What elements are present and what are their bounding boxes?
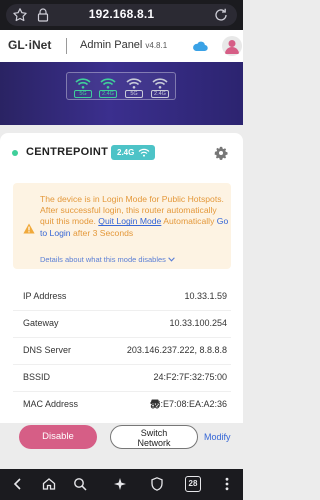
version-label: v4.8.1 — [145, 41, 168, 50]
device-banner: 5G 2.4G 5G 2.4G — [0, 62, 243, 125]
guest-wifi-24g-icon: 2.4G — [151, 76, 169, 98]
info-key: DNS Server — [23, 345, 72, 355]
browser-address-bar: 192.168.8.1 — [0, 0, 243, 30]
switch-label-line2: Network — [137, 438, 171, 448]
info-row-bssid: BSSID 24:F2:7F:32:75:00 — [13, 365, 231, 391]
info-row-dns: DNS Server 203.146.237.222, 8.8.8.8 — [13, 338, 231, 364]
info-key: IP Address — [23, 291, 67, 301]
network-name: CENTREPOINT — [26, 146, 109, 158]
wifi-5g-icon: 5G — [74, 76, 92, 98]
disable-button[interactable]: Disable — [19, 425, 97, 449]
quit-login-mode-link[interactable]: Quit Login Mode — [98, 216, 161, 226]
user-menu-button[interactable] — [222, 36, 242, 56]
modify-link[interactable]: Modify — [204, 432, 231, 442]
reload-icon[interactable] — [213, 7, 229, 23]
info-row-ip: IP Address 10.33.1.59 — [13, 284, 231, 310]
info-value: 10.33.100.254 — [169, 318, 227, 328]
guest-wifi-5g-tag: 5G — [125, 90, 143, 98]
browser-toolbar: 28 — [0, 469, 243, 500]
url-field[interactable]: 192.168.8.1 — [6, 4, 237, 26]
extensions-icon[interactable] — [112, 476, 128, 492]
info-value: 56:E7:08:EA:A2:36 — [150, 399, 227, 409]
tabs-counter-button[interactable]: 28 — [185, 476, 201, 492]
info-row-gateway: Gateway 10.33.100.254 — [13, 311, 231, 337]
page: 192.168.8.1 GL·iNet Admin Panel v4.8.1 5… — [0, 0, 243, 500]
details-label: Details about what this mode disables — [40, 255, 166, 264]
app-header: GL·iNet Admin Panel v4.8.1 — [0, 30, 243, 62]
wifi-status-panel: 5G 2.4G 5G 2.4G — [66, 72, 176, 100]
guest-wifi-5g-icon: 5G — [125, 76, 143, 98]
switch-network-button[interactable]: Switch Network — [110, 425, 198, 449]
header-divider — [66, 38, 67, 54]
wifi-24g-tag: 2.4G — [99, 90, 117, 98]
shield-icon[interactable] — [149, 476, 165, 492]
brand-logo: GL·iNet — [8, 38, 52, 52]
wifi-5g-tag: 5G — [74, 90, 92, 98]
details-toggle[interactable]: Details about what this mode disables — [40, 255, 175, 264]
info-value: 10.33.1.59 — [184, 291, 227, 301]
wifi-24g-icon: 2.4G — [99, 76, 117, 98]
user-icon — [225, 40, 239, 54]
cloud-icon[interactable] — [192, 40, 208, 52]
info-key: MAC Address — [23, 399, 79, 409]
wifi-icon — [138, 148, 150, 157]
info-key: Gateway — [23, 318, 59, 328]
connection-status-dot — [12, 150, 18, 156]
info-row-mac: MAC Address 56:E7:08:EA:A2:36 — [13, 392, 231, 418]
url-text: 192.168.8.1 — [88, 7, 155, 21]
home-icon[interactable] — [41, 476, 57, 492]
search-icon[interactable] — [72, 476, 88, 492]
info-value: 24:F2:7F:32:75:00 — [153, 372, 227, 382]
login-mode-notice: The device is in Login Mode for Public H… — [13, 183, 231, 269]
panel-title-text: Admin Panel — [80, 39, 143, 51]
switch-label-line1: Switch — [140, 428, 168, 438]
info-key: BSSID — [23, 372, 51, 382]
notice-middle: Automatically — [163, 216, 215, 227]
notice-text: The device is in Login Mode for Public H… — [40, 194, 230, 239]
page-title: Admin Panel v4.8.1 — [80, 39, 167, 51]
info-value: 203.146.237.222, 8.8.8.8 — [126, 345, 227, 355]
band-label: 2.4G — [117, 148, 135, 157]
warning-icon — [23, 223, 35, 234]
notice-countdown: after 3 Seconds — [72, 227, 134, 238]
back-icon[interactable] — [10, 476, 26, 492]
guest-wifi-24g-tag: 2.4G — [151, 90, 169, 98]
chevron-down-icon — [168, 257, 175, 262]
gear-icon[interactable] — [214, 146, 228, 160]
band-badge: 2.4G — [111, 145, 155, 160]
more-menu-icon[interactable] — [219, 476, 235, 492]
